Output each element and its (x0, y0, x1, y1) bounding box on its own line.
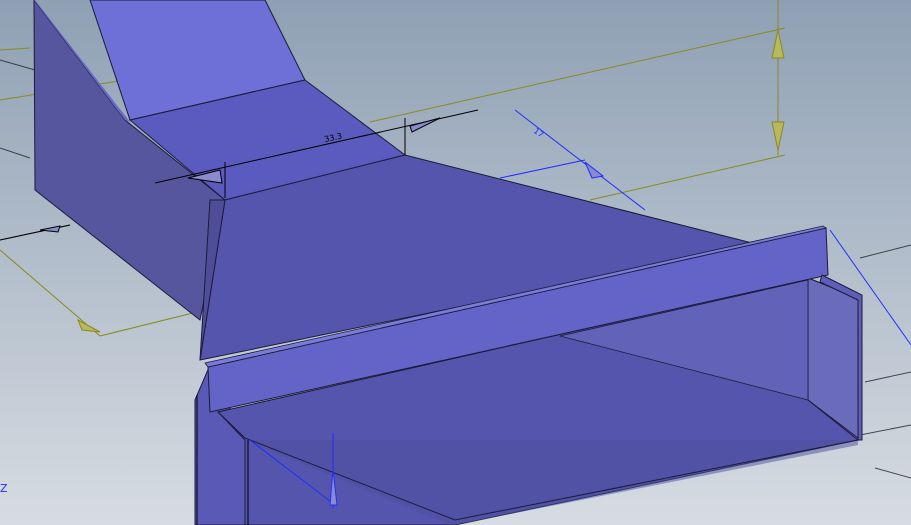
triad-z-axis-label: Z (0, 482, 8, 495)
cad-3d-viewport[interactable]: 33.3 17 Z (0, 0, 911, 525)
model-canvas[interactable]: 33.3 17 Z (0, 0, 911, 525)
